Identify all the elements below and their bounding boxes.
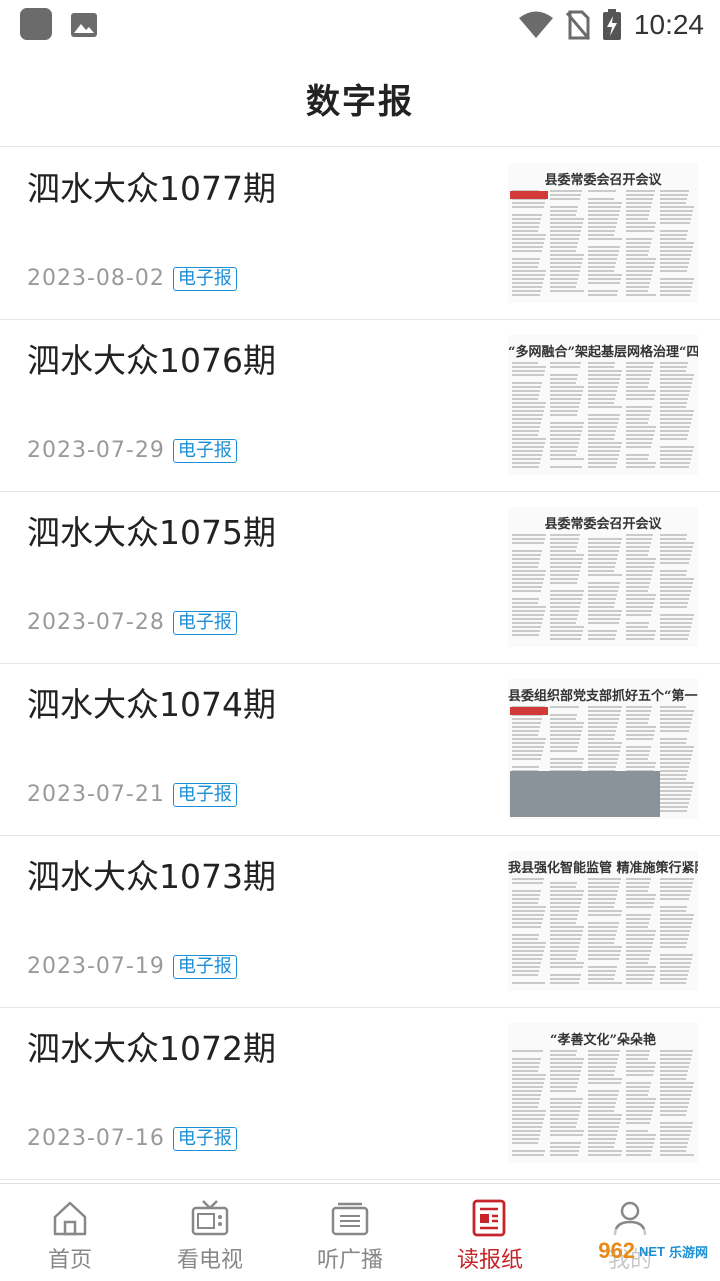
thumbnail-headline: 县委常委会召开会议 [544,517,662,532]
list-item[interactable]: 泗水大众1073期 2023-07-19 电子报 我县强化智能监管 精准施策行紧防… [0,836,720,1008]
bottom-tab-bar: 首页 看电视 听广播 读报纸 962 NET 乐游网 [0,1183,720,1281]
page-header: 数字报 [0,50,720,147]
issue-date: 2023-07-16 [27,1126,165,1151]
battery-charging-icon [602,9,621,40]
home-icon [53,1201,87,1236]
issue-tag: 电子报 [172,610,237,635]
list-item[interactable]: 泗水大众1075期 2023-07-28 电子报 县委常委会召开会议 [0,492,720,664]
thumbnail-headline: “孝善文化”朵朵艳 [550,1033,656,1048]
issue-date: 2023-07-19 [27,954,165,979]
tab-label: 听广播 [316,1248,383,1273]
image-icon [71,13,97,37]
tab-radio[interactable]: 听广播 [280,1184,420,1281]
no-sim-icon [565,10,590,40]
page-title: 数字报 [306,81,414,122]
site-watermark: 962 NET 乐游网 [568,1229,714,1273]
issue-list: 泗水大众1077期 2023-08-02 电子报 县委常委会召开会议 泗水大众10… [0,148,720,1180]
list-item[interactable]: 泗水大众1076期 2023-07-29 电子报 “多网融合”架起基层网格治理“四… [0,320,720,492]
tab-tv[interactable]: 看电视 [140,1184,280,1281]
list-item[interactable]: 泗水大众1077期 2023-08-02 电子报 县委常委会召开会议 [0,148,720,320]
radio-icon [331,1202,369,1236]
issue-thumbnail: 县委常委会召开会议 [508,163,698,303]
issue-tag: 电子报 [172,438,237,463]
issue-title: 泗水大众1072期 [27,1029,276,1068]
list-item[interactable]: 泗水大众1072期 2023-07-16 电子报 “孝善文化”朵朵艳 [0,1008,720,1180]
thumbnail-photo [510,771,660,817]
issue-date: 2023-07-28 [27,610,165,635]
newspaper-icon [472,1199,506,1237]
issue-thumbnail: 我县强化智能监管 精准施策行紧防溺水“安全阀 [508,851,698,991]
issue-tag: 电子报 [172,266,237,291]
issue-thumbnail: 县委常委会召开会议 [508,507,698,647]
watermark-suffix: NET [638,1243,665,1259]
issue-tag: 电子报 [172,782,237,807]
issue-date: 2023-07-29 [27,438,165,463]
watermark-brand: 962 [598,1238,635,1263]
tab-label: 读报纸 [456,1248,523,1273]
tab-label: 看电视 [176,1248,243,1273]
issue-thumbnail: 县委组织部党支部抓好五个“第一”不断深化党建品牌培 [508,679,698,819]
issue-tag: 电子报 [172,954,237,979]
thumbnail-headline: 县委组织部党支部抓好五个“第一”不断深化党建品牌培 [508,689,698,704]
thumbnail-red-banner [510,707,548,715]
issue-thumbnail: “多网融合”架起基层网格治理“四梁八柱” [508,335,698,475]
issue-title: 泗水大众1074期 [27,685,276,724]
issue-title: 泗水大众1073期 [27,857,276,896]
thumbnail-red-banner [510,191,548,199]
thumbnail-headline: 县委常委会召开会议 [544,173,662,188]
tab-newspaper[interactable]: 读报纸 [420,1184,560,1281]
issue-title: 泗水大众1076期 [27,341,276,380]
thumbnail-headline: “多网融合”架起基层网格治理“四梁八柱” [508,345,698,360]
status-time: 10:24 [633,9,704,40]
issue-title: 泗水大众1075期 [27,513,276,552]
issue-date: 2023-07-21 [27,782,165,807]
app-icon [20,8,52,40]
status-bar: 10:24 [0,0,720,50]
tab-label: 首页 [47,1248,92,1273]
issue-thumbnail: “孝善文化”朵朵艳 [508,1023,698,1163]
issue-date: 2023-08-02 [27,266,165,291]
issue-title: 泗水大众1077期 [27,169,276,208]
thumbnail-headline: 我县强化智能监管 精准施策行紧防溺水“安全阀 [508,861,698,876]
list-item[interactable]: 泗水大众1074期 2023-07-21 电子报 县委组织部党支部抓好五个“第一”… [0,664,720,836]
wifi-icon [518,11,553,38]
watermark-sub: 乐游网 [668,1244,708,1260]
tv-icon [191,1200,229,1236]
issue-tag: 电子报 [172,1126,237,1151]
tab-home[interactable]: 首页 [0,1184,140,1281]
